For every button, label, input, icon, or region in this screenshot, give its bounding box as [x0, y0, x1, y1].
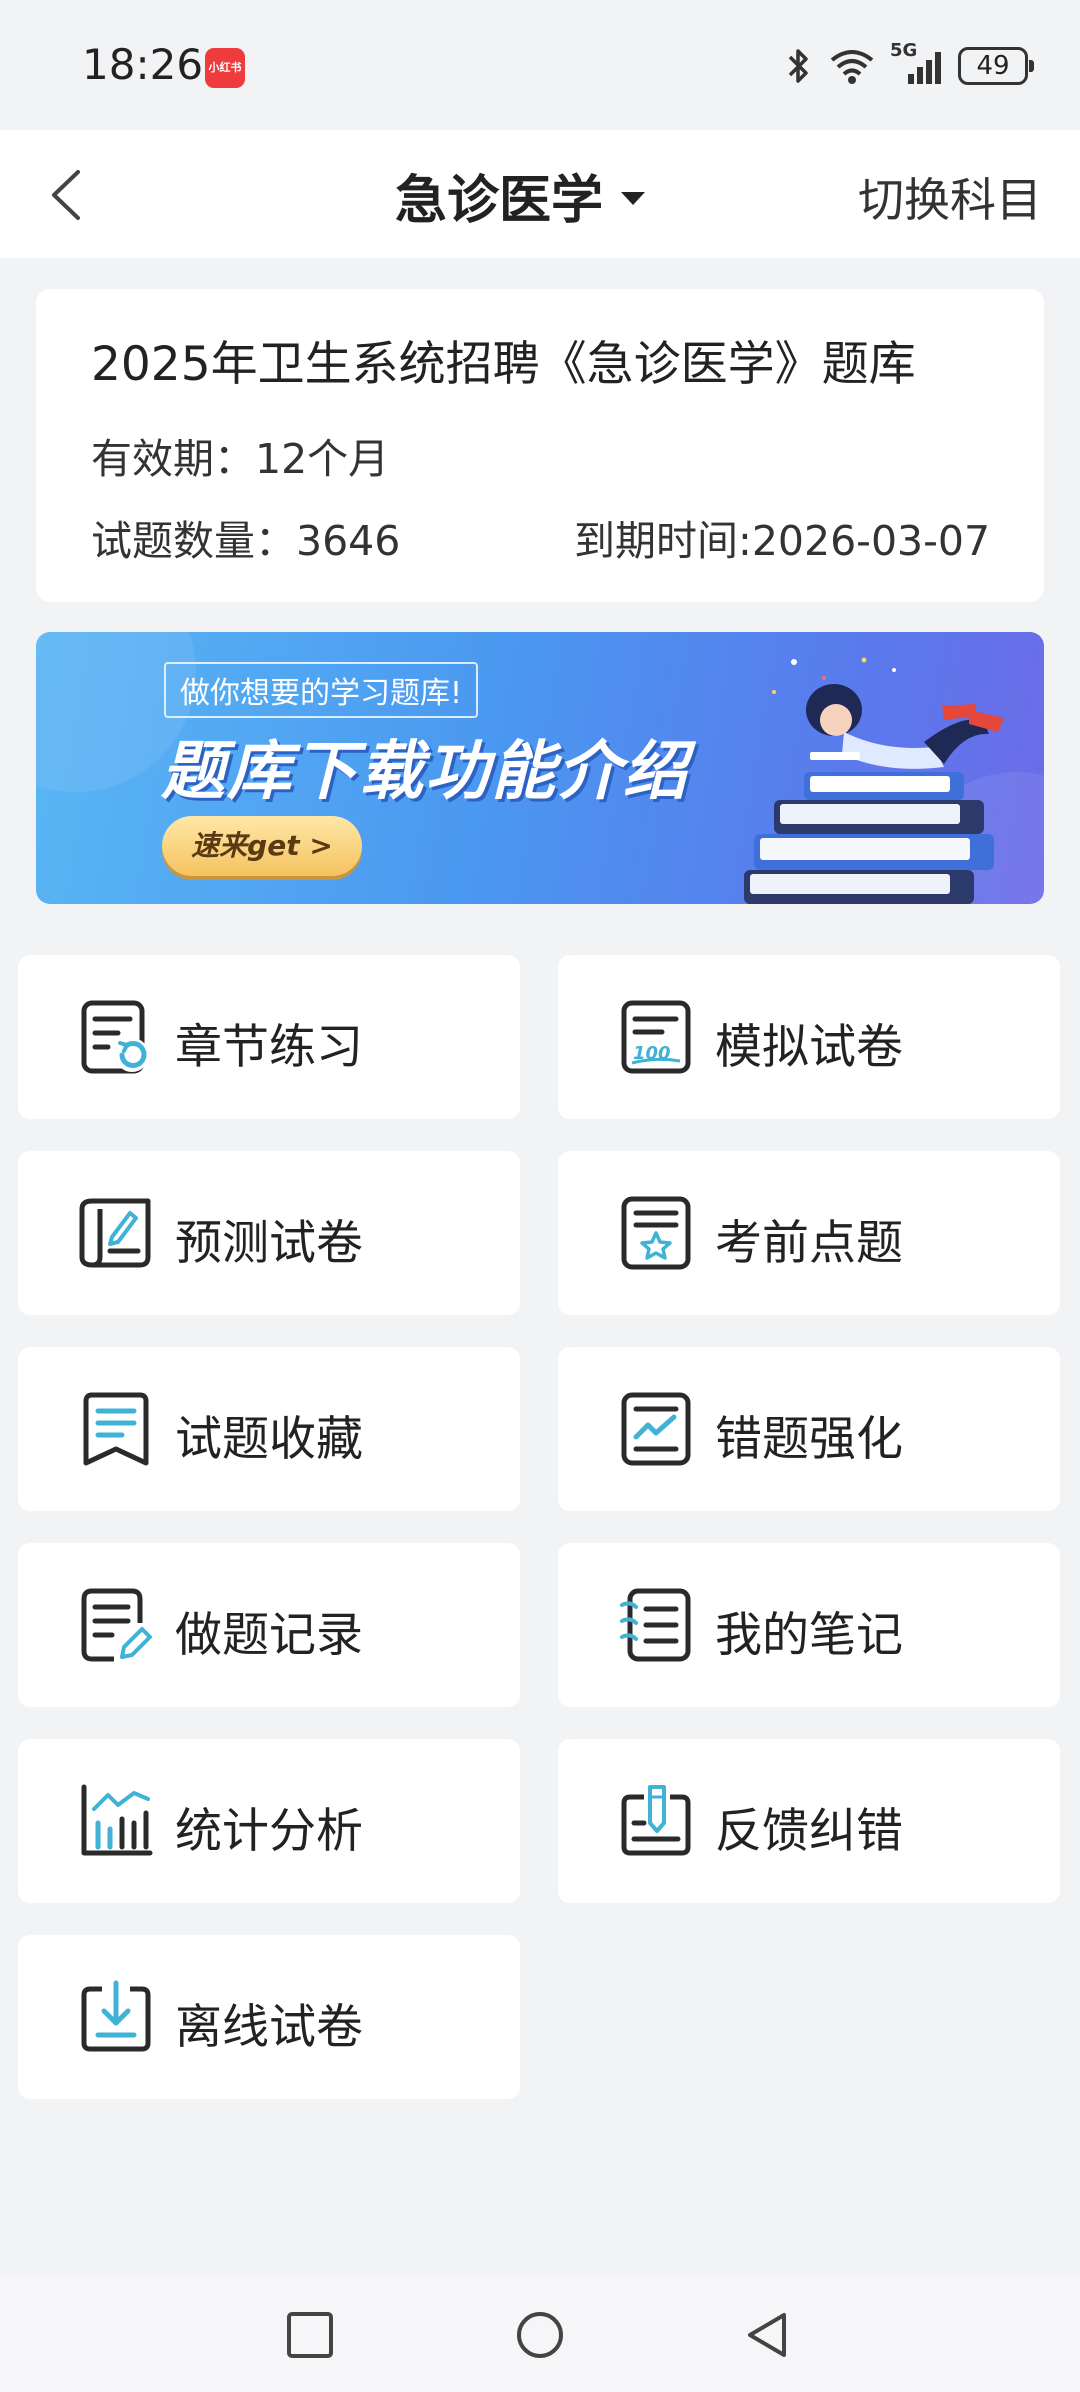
banner-get-button[interactable]: 速来get > [162, 816, 362, 876]
chapter-practice-icon [81, 1000, 149, 1074]
menu-tile-label: 统计分析 [175, 1804, 363, 1859]
system-navigation-bar [0, 2275, 1080, 2392]
bookmark-icon [83, 1392, 149, 1466]
status-icons: 5G 49 [784, 40, 1034, 90]
expire-date-text: 到期时间:2026-03-07 [574, 517, 991, 565]
status-time: 18:26 [82, 40, 204, 89]
menu-tile-label: 试题收藏 [175, 1412, 363, 1467]
switch-subject-button[interactable]: 切换科目 [858, 164, 1042, 230]
menu-tile-wrong-questions[interactable]: 错题强化 [558, 1347, 1060, 1511]
reading-girl-illustration [744, 657, 1004, 904]
menu-tile-statistics[interactable]: 统计分析 [18, 1739, 520, 1903]
back-triangle-icon[interactable] [742, 2309, 794, 2361]
menu-tile-key-points[interactable]: 考前点题 [558, 1151, 1060, 1315]
menu-tile-offline-exam[interactable]: 离线试卷 [18, 1935, 520, 2099]
status-bar: 18:26 小红书 5G 49 [0, 0, 1080, 130]
menu-tile-label: 反馈纠错 [715, 1804, 903, 1859]
notes-icon [620, 1588, 691, 1662]
menu-tile-bookmark[interactable]: 试题收藏 [18, 1347, 520, 1511]
top-nav-bar: 急诊医学 切换科目 [0, 130, 1080, 258]
offline-download-icon [81, 1980, 151, 2052]
back-arrow-icon[interactable] [40, 160, 100, 230]
menu-tile-prediction-exam[interactable]: 预测试卷 [18, 1151, 520, 1315]
banner-title: 题库下载功能介绍 [161, 735, 689, 809]
menu-tile-record[interactable]: 做题记录 [18, 1543, 520, 1707]
wifi-icon [830, 50, 874, 84]
battery-icon: 49 [958, 47, 1034, 85]
chevron-down-icon [621, 192, 646, 205]
menu-tile-label: 离线试卷 [175, 2000, 363, 2055]
menu-tile-label: 预测试卷 [175, 1216, 363, 1271]
download-feature-banner[interactable]: 做你想要的学习题库! 题库下载功能介绍 速来get > [36, 632, 1044, 904]
page-title: 急诊医学 [395, 171, 604, 231]
wrong-questions-icon [621, 1392, 691, 1466]
validity-text: 有效期：12个月 [91, 435, 390, 483]
feedback-icon [621, 1785, 691, 1856]
menu-tile-chapter-practice[interactable]: 章节练习 [18, 955, 520, 1119]
statistics-icon [81, 1784, 153, 1856]
menu-tile-feedback[interactable]: 反馈纠错 [558, 1739, 1060, 1903]
question-count-text: 试题数量：3646 [91, 517, 401, 565]
menu-tile-label: 我的笔记 [715, 1608, 903, 1663]
network-type: 5G [890, 40, 918, 61]
question-bank-title: 2025年卫生系统招聘《急诊医学》题库 [91, 337, 916, 392]
question-bank-info-card: 2025年卫生系统招聘《急诊医学》题库 有效期：12个月 试题数量：3646 到… [36, 289, 1044, 602]
mock-exam-icon: 100 [621, 1000, 691, 1074]
record-icon [81, 1588, 152, 1662]
menu-tile-label: 模拟试卷 [715, 1020, 903, 1075]
banner-tag: 做你想要的学习题库! [164, 662, 479, 718]
menu-tile-label: 错题强化 [715, 1412, 903, 1467]
home-circle-icon[interactable] [514, 2309, 566, 2361]
menu-tile-mock-exam[interactable]: 100 模拟试卷 [558, 955, 1060, 1119]
menu-tile-label: 做题记录 [175, 1608, 363, 1663]
cellular-signal-icon: 5G [890, 40, 944, 88]
menu-tile-label: 考前点题 [715, 1216, 903, 1271]
prediction-exam-icon [79, 1198, 151, 1268]
bluetooth-icon [788, 49, 808, 83]
menu-tile-notes[interactable]: 我的笔记 [558, 1543, 1060, 1707]
subject-dropdown[interactable]: 急诊医学 [395, 158, 646, 233]
recent-apps-square-icon[interactable] [284, 2309, 336, 2361]
menu-tile-label: 章节练习 [175, 1020, 363, 1075]
xiaohongshu-app-icon: 小红书 [205, 48, 245, 88]
key-points-icon [621, 1196, 691, 1270]
